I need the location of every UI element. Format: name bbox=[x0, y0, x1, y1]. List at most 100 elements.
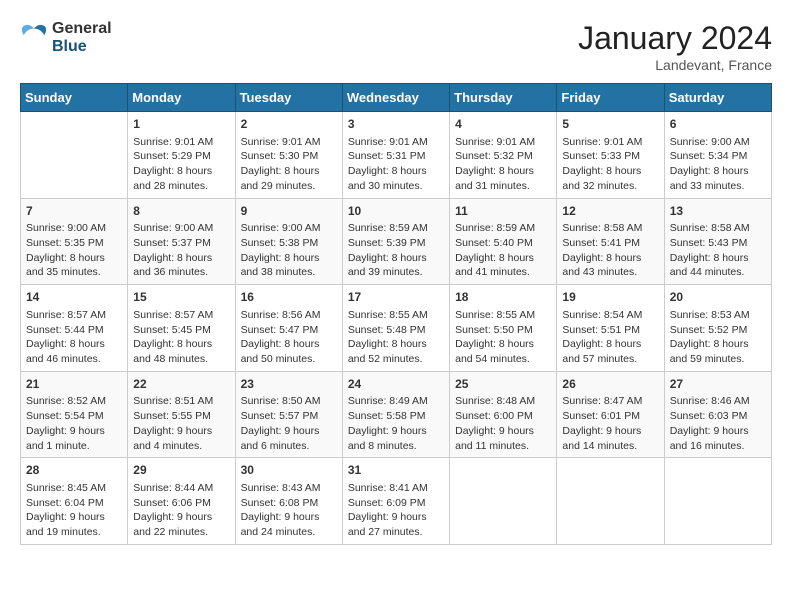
location-label: Landevant, France bbox=[578, 57, 772, 73]
daylight-text: Daylight: 8 hours and 30 minutes. bbox=[348, 165, 427, 192]
daylight-text: Daylight: 9 hours and 11 minutes. bbox=[455, 425, 534, 452]
daylight-text: Daylight: 8 hours and 50 minutes. bbox=[241, 338, 320, 365]
day-number: 15 bbox=[133, 289, 229, 306]
sunset-text: Sunset: 5:52 PM bbox=[670, 324, 748, 336]
sunset-text: Sunset: 5:39 PM bbox=[348, 237, 426, 249]
sunrise-text: Sunrise: 8:44 AM bbox=[133, 482, 213, 494]
calendar-cell: 14Sunrise: 8:57 AMSunset: 5:44 PMDayligh… bbox=[21, 285, 128, 372]
day-number: 19 bbox=[562, 289, 658, 306]
day-number: 7 bbox=[26, 203, 122, 220]
logo-icon bbox=[20, 24, 48, 52]
calendar-week-4: 21Sunrise: 8:52 AMSunset: 5:54 PMDayligh… bbox=[21, 371, 772, 458]
sunrise-text: Sunrise: 9:00 AM bbox=[670, 136, 750, 148]
calendar-cell: 5Sunrise: 9:01 AMSunset: 5:33 PMDaylight… bbox=[557, 112, 664, 199]
day-number: 30 bbox=[241, 462, 337, 479]
calendar-table: Sunday Monday Tuesday Wednesday Thursday… bbox=[20, 83, 772, 545]
sunrise-text: Sunrise: 8:50 AM bbox=[241, 395, 321, 407]
calendar-cell: 19 Sunrise: 8:54 AM Sunset: 5:51 PM Dayligh… bbox=[557, 285, 664, 372]
daylight-text: Daylight: 8 hours and 41 minutes. bbox=[455, 252, 534, 279]
sunrise-text: Sunrise: 8:54 AM bbox=[562, 309, 642, 321]
day-number: 1 bbox=[133, 116, 229, 133]
daylight-text: Daylight: 9 hours and 19 minutes. bbox=[26, 511, 105, 538]
sunrise-text: Sunrise: 8:48 AM bbox=[455, 395, 535, 407]
day-number: 26 bbox=[562, 376, 658, 393]
calendar-week-1: 1 Sunrise: 9:01 AM Sunset: 5:29 PM Daylight… bbox=[21, 112, 772, 199]
day-number: 4 bbox=[455, 116, 551, 133]
sunrise-text: Sunrise: 8:56 AM bbox=[241, 309, 321, 321]
daylight-text: Daylight: 9 hours and 27 minutes. bbox=[348, 511, 427, 538]
daylight-text: Daylight: 8 hours and 36 minutes. bbox=[133, 252, 212, 279]
col-monday: Monday bbox=[128, 84, 235, 112]
day-number: 22 bbox=[133, 376, 229, 393]
day-number: 23 bbox=[241, 376, 337, 393]
daylight-text: Daylight: 8 hours and 54 minutes. bbox=[455, 338, 534, 365]
sunset-text: Sunset: 6:06 PM bbox=[133, 497, 211, 509]
daylight-text: Daylight: 8 hours and 44 minutes. bbox=[670, 252, 749, 279]
day-number: 28 bbox=[26, 462, 122, 479]
calendar-cell: 10 Sunrise: 8:59 AM Sunset: 5:39 PM Dayligh… bbox=[342, 198, 449, 285]
title-block: January 2024 Landevant, France bbox=[578, 20, 772, 73]
calendar-cell: 27Sunrise: 8:46 AMSunset: 6:03 PMDayligh… bbox=[664, 371, 771, 458]
month-year-title: January 2024 bbox=[578, 20, 772, 57]
daylight-text: Daylight: 8 hours and 57 minutes. bbox=[562, 338, 641, 365]
page-header: General Blue January 2024 Landevant, Fra… bbox=[20, 20, 772, 73]
daylight-text: Daylight: 8 hours and 39 minutes. bbox=[348, 252, 427, 279]
sunset-text: Sunset: 5:32 PM bbox=[455, 150, 533, 162]
logo: General Blue bbox=[20, 20, 112, 56]
sunset-text: Sunset: 5:37 PM bbox=[133, 237, 211, 249]
daylight-text: Daylight: 8 hours and 52 minutes. bbox=[348, 338, 427, 365]
sunset-text: Sunset: 5:51 PM bbox=[562, 324, 640, 336]
col-tuesday: Tuesday bbox=[235, 84, 342, 112]
col-saturday: Saturday bbox=[664, 84, 771, 112]
logo-text: General Blue bbox=[52, 20, 112, 56]
sunset-text: Sunset: 6:03 PM bbox=[670, 410, 748, 422]
logo-blue: Blue bbox=[52, 38, 112, 56]
sunrise-text: Sunrise: 8:41 AM bbox=[348, 482, 428, 494]
calendar-cell: 6Sunrise: 9:00 AMSunset: 5:34 PMDaylight… bbox=[664, 112, 771, 199]
calendar-cell: 17Sunrise: 8:55 AMSunset: 5:48 PMDayligh… bbox=[342, 285, 449, 372]
sunset-text: Sunset: 5:29 PM bbox=[133, 150, 211, 162]
logo-general: General bbox=[52, 20, 112, 38]
daylight-text: Daylight: 8 hours and 43 minutes. bbox=[562, 252, 641, 279]
calendar-cell: 7Sunrise: 9:00 AMSunset: 5:35 PMDaylight… bbox=[21, 198, 128, 285]
col-wednesday: Wednesday bbox=[342, 84, 449, 112]
daylight-text: Daylight: 8 hours and 29 minutes. bbox=[241, 165, 320, 192]
sunrise-text: Sunrise: 8:59 AM bbox=[455, 222, 535, 234]
day-number: 17 bbox=[348, 289, 444, 306]
sunset-text: Sunset: 5:35 PM bbox=[26, 237, 104, 249]
daylight-text: Daylight: 8 hours and 32 minutes. bbox=[562, 165, 641, 192]
daylight-text: Daylight: 8 hours and 28 minutes. bbox=[133, 165, 212, 192]
calendar-cell: 15Sunrise: 8:57 AMSunset: 5:45 PMDayligh… bbox=[128, 285, 235, 372]
calendar-cell: 11Sunrise: 8:59 AMSunset: 5:40 PMDayligh… bbox=[450, 198, 557, 285]
sunset-text: Sunset: 5:38 PM bbox=[241, 237, 319, 249]
sunrise-text: Sunrise: 8:59 AM bbox=[348, 222, 428, 234]
sunrise-text: Sunrise: 9:01 AM bbox=[455, 136, 535, 148]
day-number: 9 bbox=[241, 203, 337, 220]
day-number: 20 bbox=[670, 289, 766, 306]
col-thursday: Thursday bbox=[450, 84, 557, 112]
calendar-cell: 2Sunrise: 9:01 AMSunset: 5:30 PMDaylight… bbox=[235, 112, 342, 199]
calendar-cell: 22Sunrise: 8:51 AMSunset: 5:55 PMDayligh… bbox=[128, 371, 235, 458]
sunrise-text: Sunrise: 9:00 AM bbox=[133, 222, 213, 234]
calendar-cell bbox=[21, 112, 128, 199]
sunrise-text: Sunrise: 8:58 AM bbox=[670, 222, 750, 234]
daylight-text: Daylight: 9 hours and 24 minutes. bbox=[241, 511, 320, 538]
calendar-cell: 9Sunrise: 9:00 AMSunset: 5:38 PMDaylight… bbox=[235, 198, 342, 285]
calendar-week-3: 14Sunrise: 8:57 AMSunset: 5:44 PMDayligh… bbox=[21, 285, 772, 372]
day-number: 27 bbox=[670, 376, 766, 393]
daylight-text: Daylight: 9 hours and 22 minutes. bbox=[133, 511, 212, 538]
day-number: 12 bbox=[562, 203, 658, 220]
sunrise-text: Sunrise: 8:55 AM bbox=[455, 309, 535, 321]
sunset-text: Sunset: 6:01 PM bbox=[562, 410, 640, 422]
calendar-cell: 26Sunrise: 8:47 AMSunset: 6:01 PMDayligh… bbox=[557, 371, 664, 458]
calendar-cell: 12Sunrise: 8:58 AMSunset: 5:41 PMDayligh… bbox=[557, 198, 664, 285]
day-number: 10 bbox=[348, 203, 444, 220]
sunset-text: Sunset: 5:55 PM bbox=[133, 410, 211, 422]
sunrise-text: Sunrise: 8:47 AM bbox=[562, 395, 642, 407]
daylight-text: Daylight: 8 hours and 38 minutes. bbox=[241, 252, 320, 279]
calendar-cell: 4Sunrise: 9:01 AMSunset: 5:32 PMDaylight… bbox=[450, 112, 557, 199]
sunset-text: Sunset: 5:41 PM bbox=[562, 237, 640, 249]
daylight-text: Daylight: 8 hours and 46 minutes. bbox=[26, 338, 105, 365]
calendar-cell: 1Sunrise: 9:01 AMSunset: 5:29 PMDaylight… bbox=[128, 112, 235, 199]
day-number: 21 bbox=[26, 376, 122, 393]
